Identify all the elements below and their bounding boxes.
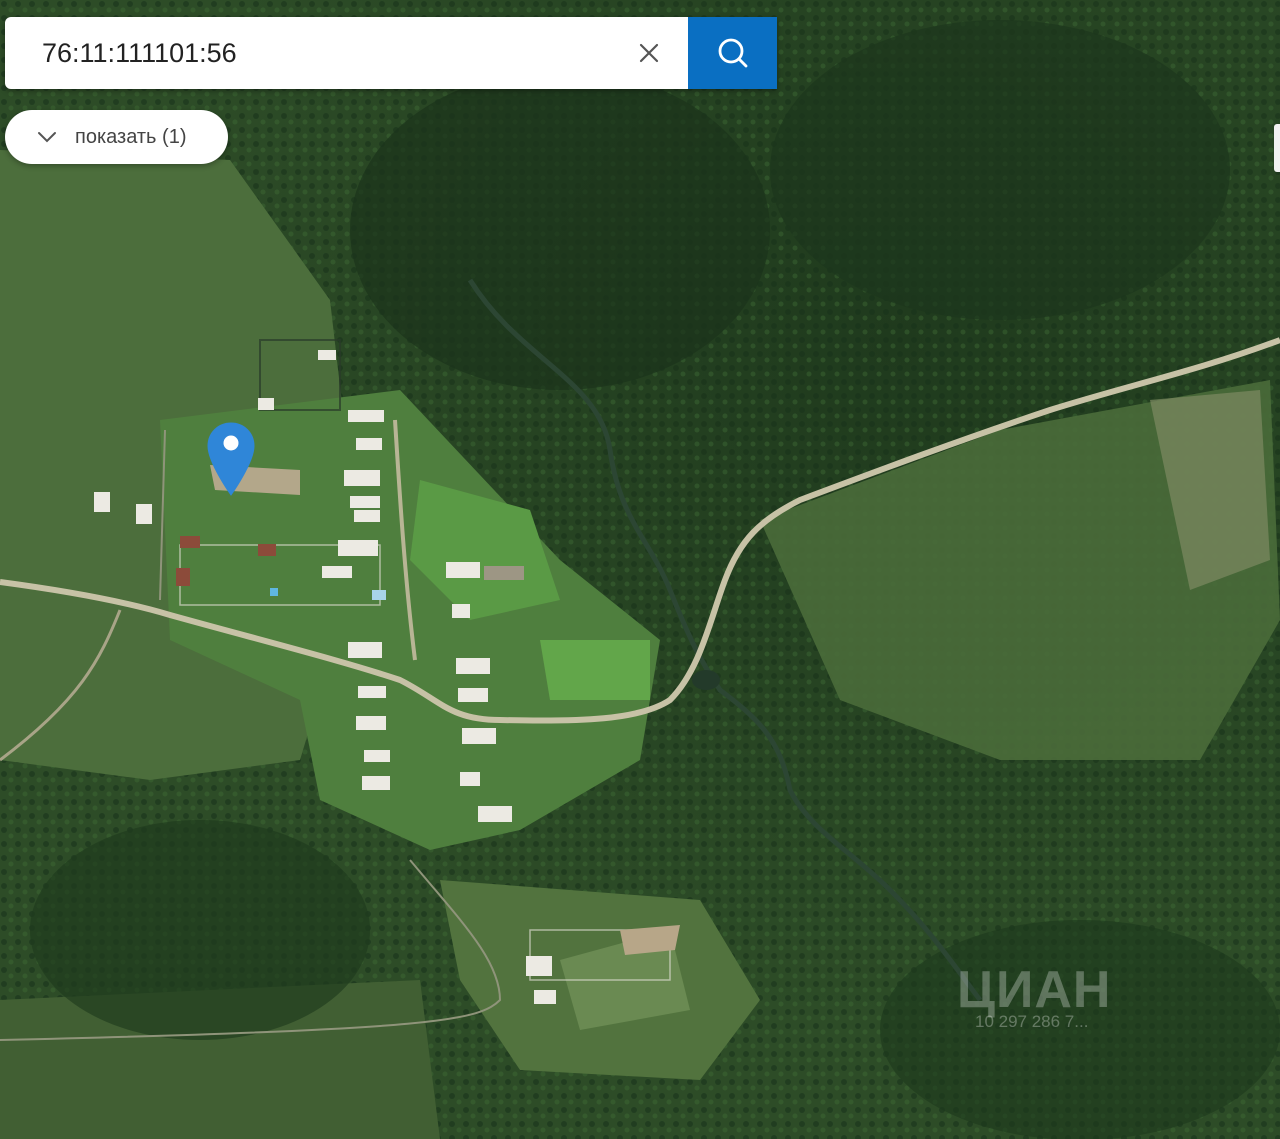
watermark-id: 10 297 286 7...: [975, 1012, 1089, 1031]
show-results-label: показать (1): [75, 125, 187, 148]
search-input[interactable]: [5, 17, 635, 89]
chevron-down-icon: [37, 126, 59, 148]
search-icon: [718, 38, 747, 68]
clear-search-button[interactable]: [627, 31, 671, 75]
watermark-brand: ЦИАН: [957, 961, 1112, 1019]
search-bar: [5, 17, 777, 89]
search-button[interactable]: [688, 17, 777, 89]
map-pin-icon[interactable]: [206, 421, 256, 497]
show-results-button[interactable]: показать (1): [5, 110, 228, 164]
close-icon: [639, 43, 659, 63]
side-panel-handle[interactable]: [1274, 124, 1280, 172]
watermark: ЦИАН 10 297 286 7...: [945, 960, 1155, 1040]
